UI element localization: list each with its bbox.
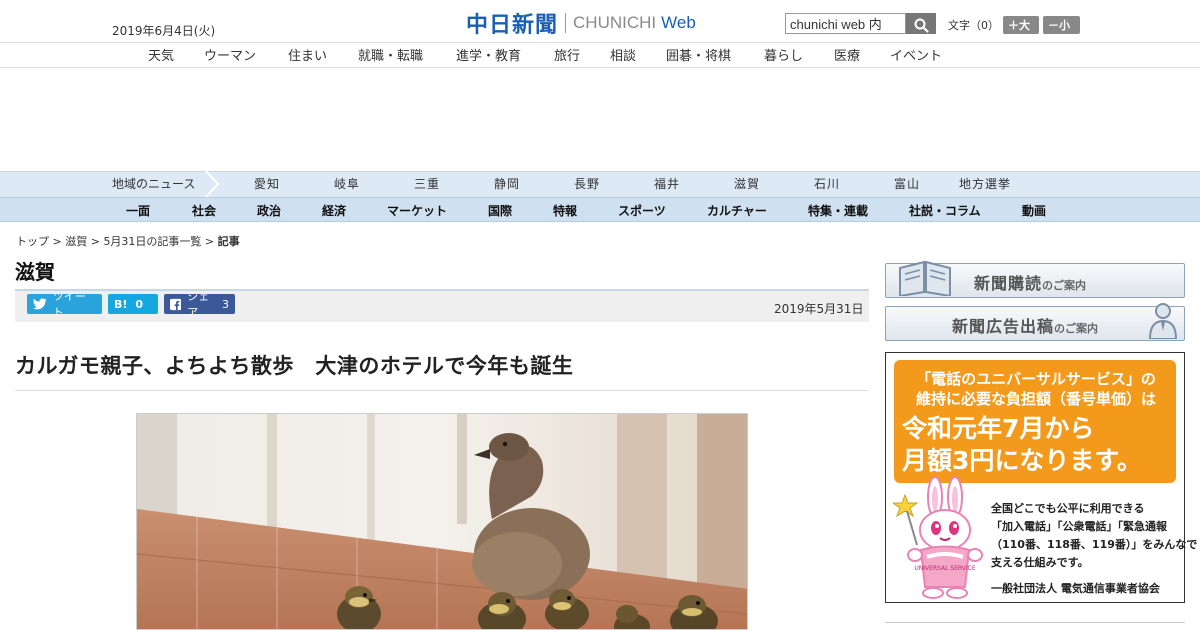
- search-icon: [914, 18, 929, 33]
- subnav-item[interactable]: 天気: [148, 45, 174, 64]
- facebook-share-button[interactable]: シェア 3: [164, 290, 235, 319]
- category-item[interactable]: スポーツ: [618, 202, 666, 219]
- advertise-banner-title-sub: のご案内: [1054, 322, 1099, 335]
- article-headline: カルガモ親子、よちよち散歩 大津のホテルで今年も誕生: [15, 354, 574, 378]
- sub-navigation: 天気 ウーマン 住まい 就職・転職 進学・教育 旅行 相談 囲碁・将棋 暮らし …: [0, 42, 1200, 68]
- subscribe-banner[interactable]: 新聞購読のご案内: [885, 260, 1185, 298]
- category-item[interactable]: 社会: [192, 202, 216, 219]
- subnav-item[interactable]: 相談: [610, 45, 636, 64]
- ad-headline: 月額3円になります。: [902, 446, 1142, 475]
- hatena-bookmark-button[interactable]: B! 0: [108, 294, 158, 314]
- breadcrumb-link-shiga[interactable]: 滋賀: [65, 235, 87, 248]
- subscribe-banner-title-main: 新聞購読: [974, 274, 1043, 293]
- breadcrumb-link-list[interactable]: 5月31日の記事一覧: [103, 235, 201, 248]
- region-news-label: 地域のニュース: [112, 177, 196, 191]
- logo-en: CHUNICHI: [573, 13, 657, 32]
- mascot-label: UNIVERSAL SERVICE: [914, 565, 975, 572]
- advertise-banner[interactable]: 新聞広告出稿のご案内: [885, 303, 1185, 341]
- advertise-banner-title: 新聞広告出稿のご案内: [952, 313, 1098, 337]
- breadcrumb-separator: >: [49, 235, 66, 248]
- section-title: 滋賀: [15, 260, 55, 284]
- rabbit-mascot-icon: UNIVERSAL SERVICE: [893, 476, 983, 599]
- breadcrumb-separator: >: [201, 235, 218, 248]
- subnav-item[interactable]: 医療: [834, 45, 860, 64]
- search-button[interactable]: [906, 13, 936, 34]
- region-item[interactable]: 長野: [574, 175, 600, 192]
- logo-jp: 中日新聞: [466, 12, 559, 38]
- open-book-icon: [899, 260, 951, 296]
- article-photo[interactable]: [136, 413, 748, 630]
- category-item[interactable]: カルチャー: [707, 202, 767, 219]
- font-increase-button[interactable]: ＋大: [1003, 16, 1039, 34]
- category-item[interactable]: 動画: [1022, 202, 1046, 219]
- ad-text-line: 「電話のユニバーサルサービス」の: [916, 370, 1156, 388]
- region-item[interactable]: 岐阜: [334, 175, 360, 192]
- font-decrease-button[interactable]: －小: [1043, 16, 1080, 34]
- region-item[interactable]: 福井: [654, 175, 680, 192]
- region-item[interactable]: 富山: [894, 175, 920, 192]
- category-item[interactable]: マーケット: [387, 202, 447, 219]
- advertise-banner-title-main: 新聞広告出稿: [952, 317, 1055, 336]
- subnav-item[interactable]: 暮らし: [764, 45, 803, 64]
- ad-subtext: 「加入電話」「公衆電話」「緊急通報: [991, 520, 1167, 533]
- category-item[interactable]: 特報: [553, 202, 577, 219]
- twitter-bird-icon: [33, 298, 47, 310]
- breadcrumb-separator: >: [87, 235, 104, 248]
- site-logo[interactable]: 中日新聞 CHUNICHI Web: [466, 10, 696, 38]
- tweet-label: ツイート: [52, 290, 86, 319]
- subnav-item[interactable]: 就職・転職: [358, 45, 423, 64]
- logo-separator: [565, 13, 567, 33]
- ad-subtext: （110番、118番、119番）」をみんなで: [991, 538, 1198, 551]
- subnav-item[interactable]: イベント: [890, 45, 942, 64]
- article-date: 2019年5月31日: [774, 302, 864, 316]
- breadcrumb: トップ > 滋賀 > 5月31日の記事一覧 > 記事: [16, 233, 240, 249]
- businessman-icon: [1148, 303, 1178, 339]
- region-item[interactable]: 三重: [414, 175, 440, 192]
- ad-headline: 令和元年7月から: [902, 414, 1095, 443]
- chevron-right-icon: [205, 171, 220, 197]
- current-date: 2019年6月4日(火): [112, 24, 216, 38]
- ad-organization: 一般社団法人 電気通信事業者協会: [991, 582, 1160, 595]
- ad-subtext: 全国どこでも公平に利用できる: [991, 502, 1145, 515]
- category-item[interactable]: 一面: [126, 202, 150, 219]
- subscribe-banner-title-sub: のご案内: [1042, 279, 1087, 292]
- hatena-bookmark-icon: B!: [114, 297, 128, 311]
- breadcrumb-link-top[interactable]: トップ: [16, 235, 49, 248]
- subnav-item[interactable]: 囲碁・将棋: [666, 45, 731, 64]
- logo-web: Web: [661, 13, 696, 32]
- divider: [15, 390, 869, 391]
- breadcrumb-current: 記事: [217, 235, 240, 248]
- subnav-item[interactable]: ウーマン: [204, 45, 256, 64]
- tweet-button[interactable]: ツイート: [27, 290, 102, 319]
- region-item[interactable]: 愛知: [254, 175, 280, 192]
- subnav-item[interactable]: 旅行: [554, 45, 580, 64]
- facebook-share-label: シェア: [187, 290, 210, 319]
- subnav-item[interactable]: 進学・教育: [456, 45, 521, 64]
- region-item[interactable]: 静岡: [494, 175, 520, 192]
- region-item[interactable]: 石川: [814, 175, 840, 192]
- hatena-count: 0: [135, 297, 144, 311]
- search-input[interactable]: [785, 13, 906, 34]
- category-bar: [0, 197, 1200, 222]
- category-item[interactable]: 政治: [257, 202, 281, 219]
- category-item[interactable]: 経済: [322, 202, 346, 219]
- subscribe-banner-title: 新聞購読のご案内: [974, 270, 1086, 294]
- divider: [885, 622, 1185, 623]
- ad-text-line: 維持に必要な負担額（番号単価）は: [915, 390, 1156, 408]
- font-size-label: 文字（0）: [948, 19, 999, 32]
- ad-subtext: 支える仕組みです。: [991, 556, 1089, 569]
- region-item[interactable]: 地方選挙: [959, 175, 1011, 192]
- subnav-item[interactable]: 住まい: [288, 45, 327, 64]
- region-item[interactable]: 滋賀: [734, 175, 760, 192]
- duck-family-photo: [137, 414, 747, 629]
- category-item[interactable]: 社説・コラム: [909, 202, 981, 219]
- category-item[interactable]: 特集・連載: [808, 202, 868, 219]
- facebook-share-count: 3: [222, 297, 229, 311]
- facebook-icon: [170, 298, 182, 310]
- category-item[interactable]: 国際: [488, 202, 512, 219]
